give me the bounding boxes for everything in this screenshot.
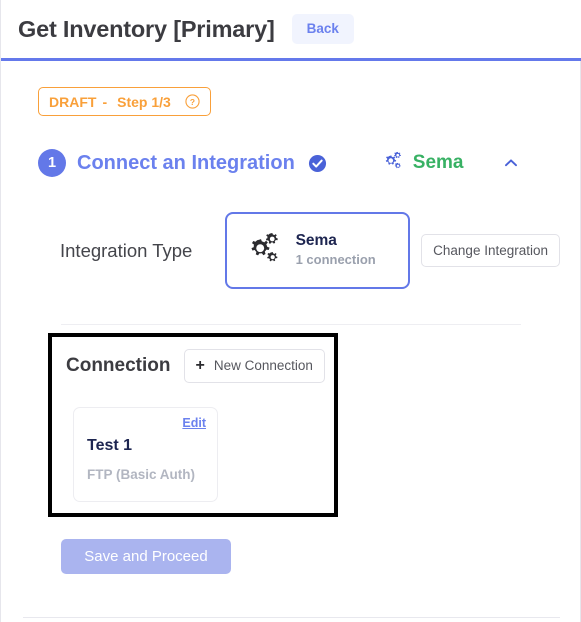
status-badge[interactable]: DRAFT - Step 1/3 ? [38, 87, 211, 116]
step-title: Connect an Integration [77, 151, 295, 174]
integration-type-card[interactable]: Sema 1 connection [224, 212, 411, 289]
integration-card-subtitle: 1 connection [295, 252, 376, 268]
svg-text:?: ? [190, 97, 195, 107]
edit-link[interactable]: Edit [182, 416, 206, 430]
connection-header: Connection + New Connection [52, 337, 334, 383]
connection-section: Connection + New Connection Edit Test 1 … [48, 333, 338, 517]
step-header-row[interactable]: 1 Connect an Integration Sema [38, 146, 545, 180]
integration-card-meta: Sema 1 connection [296, 231, 376, 270]
page-title: Get Inventory [Primary] [18, 15, 275, 42]
section-divider [61, 324, 521, 325]
status-badge-separator: - [102, 93, 108, 110]
new-connection-button[interactable]: + New Connection [183, 349, 325, 383]
page-header: Get Inventory [Primary] Back [1, 0, 581, 61]
save-and-proceed-button[interactable]: Save and Proceed [61, 539, 231, 574]
status-badge-state: DRAFT [49, 93, 97, 110]
connection-card-type: FTP (Basic Auth) [87, 467, 196, 482]
step-integration: Sema [382, 150, 464, 176]
bottom-divider [23, 617, 560, 618]
chevron-up-icon[interactable] [502, 154, 520, 172]
step-number-badge: 1 [38, 149, 66, 177]
integration-type-label: Integration Type [60, 239, 193, 261]
connection-card-name: Test 1 [87, 437, 133, 454]
plus-icon: + [195, 357, 205, 374]
gears-icon [245, 229, 283, 272]
new-connection-label: New Connection [213, 358, 313, 374]
change-integration-button[interactable]: Change Integration [421, 233, 560, 268]
connection-card[interactable]: Edit Test 1 FTP (Basic Auth) [73, 407, 218, 502]
integration-type-row: Integration Type Sema 1 connection Chang… [60, 212, 560, 289]
integration-card-name: Sema [295, 232, 337, 250]
question-circle-icon[interactable]: ? [185, 94, 200, 109]
gears-icon [382, 150, 404, 176]
integration-setup-page: Get Inventory [Primary] Back DRAFT - Ste… [0, 0, 581, 622]
connection-title: Connection [66, 355, 171, 376]
status-badge-step: Step 1/3 [117, 93, 171, 110]
step-integration-name: Sema [412, 152, 464, 173]
back-button[interactable]: Back [291, 14, 354, 44]
check-circle-icon [308, 154, 327, 173]
